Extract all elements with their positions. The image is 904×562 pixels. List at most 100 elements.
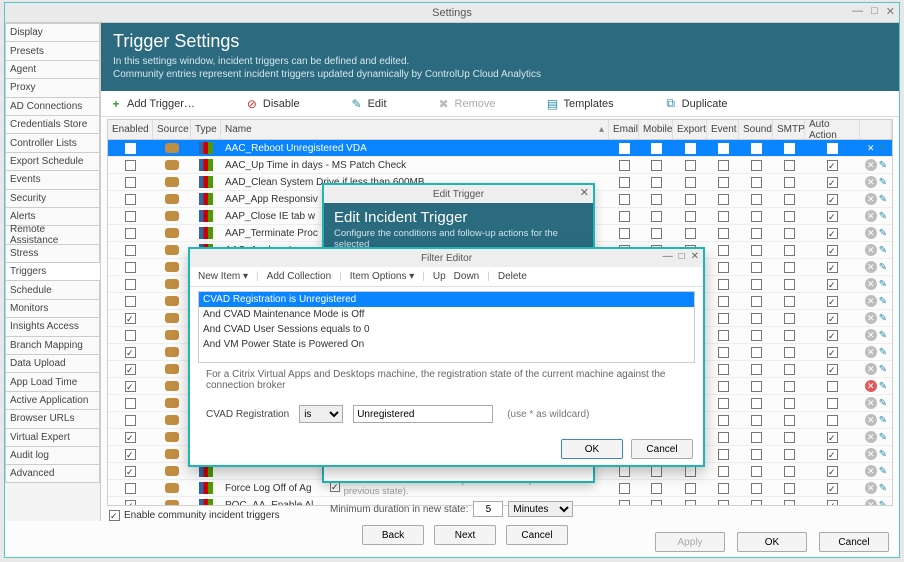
event-checkbox[interactable] [718,296,729,307]
sidebar-item-active-application[interactable]: Active Application [5,391,100,409]
mobile-checkbox[interactable] [651,483,662,494]
sound-checkbox[interactable] [751,211,762,222]
smtp-checkbox[interactable] [784,398,795,409]
col-sound[interactable]: Sound [739,120,773,139]
event-checkbox[interactable] [718,143,729,154]
auto-action-checkbox[interactable] [827,364,838,375]
event-checkbox[interactable] [718,279,729,290]
export-checkbox[interactable] [685,194,696,205]
event-checkbox[interactable] [718,364,729,375]
sound-checkbox[interactable] [751,500,762,507]
event-checkbox[interactable] [718,228,729,239]
delete-row-icon[interactable]: ✕ [865,499,877,506]
event-checkbox[interactable] [718,500,729,507]
event-checkbox[interactable] [718,381,729,392]
edit-row-icon[interactable]: ✎ [879,347,887,358]
enabled-checkbox[interactable] [125,381,136,392]
ok-button[interactable]: OK [737,532,807,552]
col-mobile[interactable]: Mobile [639,120,673,139]
edit-row-icon[interactable]: ✎ [879,194,887,205]
enabled-checkbox[interactable] [125,211,136,222]
smtp-checkbox[interactable] [784,228,795,239]
enabled-checkbox[interactable] [125,500,136,507]
minimize-icon[interactable]: — [663,251,673,262]
col-export[interactable]: Export [673,120,707,139]
sound-checkbox[interactable] [751,483,762,494]
export-checkbox[interactable] [685,466,696,477]
delete-row-icon[interactable]: ✕ [865,363,877,375]
enabled-checkbox[interactable] [125,194,136,205]
export-checkbox[interactable] [685,143,696,154]
delete-row-icon[interactable]: ✕ [865,193,877,205]
table-row[interactable]: AAC_Up Time in days - MS Patch Check✕✎ [108,157,892,174]
smtp-checkbox[interactable] [784,483,795,494]
edit-row-icon[interactable]: ✎ [879,245,887,256]
condition-list[interactable]: CVAD Registration is UnregisteredAnd CVA… [198,291,695,363]
email-checkbox[interactable] [619,483,630,494]
email-checkbox[interactable] [619,228,630,239]
smtp-checkbox[interactable] [784,432,795,443]
edit-row-icon[interactable]: ✎ [879,228,887,239]
email-checkbox[interactable] [619,143,630,154]
col-smtp[interactable]: SMTP [773,120,805,139]
email-checkbox[interactable] [619,160,630,171]
sidebar-item-controller-lists[interactable]: Controller Lists [5,133,100,151]
edit-row-icon[interactable]: ✎ [879,177,887,188]
sound-checkbox[interactable] [751,398,762,409]
sidebar-item-insights-access[interactable]: Insights Access [5,317,100,335]
edit-row-icon[interactable]: ✎ [879,279,887,290]
duplicate-button[interactable]: ⧉ Duplicate [664,97,728,111]
event-checkbox[interactable] [718,313,729,324]
min-duration-units[interactable]: Minutes [508,501,573,517]
event-checkbox[interactable] [718,177,729,188]
cancel-button[interactable]: Cancel [819,532,889,552]
item-options-menu[interactable]: Item Options ▾ [348,271,417,282]
col-email[interactable]: Email [609,120,639,139]
back-button[interactable]: Back [362,525,424,545]
delete-row-icon[interactable]: ✕ [865,244,877,256]
auto-action-checkbox[interactable] [827,313,838,324]
minimize-icon[interactable]: — [852,5,863,18]
mobile-checkbox[interactable] [651,228,662,239]
enabled-checkbox[interactable] [125,262,136,273]
auto-action-checkbox[interactable] [827,177,838,188]
enabled-checkbox[interactable] [125,279,136,290]
mobile-checkbox[interactable] [651,194,662,205]
enabled-checkbox[interactable] [125,177,136,188]
enabled-checkbox[interactable] [125,398,136,409]
mobile-checkbox[interactable] [651,143,662,154]
event-checkbox[interactable] [718,245,729,256]
auto-action-checkbox[interactable] [827,245,838,256]
col-enabled[interactable]: Enabled [108,120,153,139]
auto-action-checkbox[interactable] [827,228,838,239]
sound-checkbox[interactable] [751,194,762,205]
auto-action-checkbox[interactable] [827,347,838,358]
auto-action-checkbox[interactable] [827,211,838,222]
smtp-checkbox[interactable] [784,500,795,507]
edit-row-icon[interactable]: ✎ [879,313,887,324]
email-checkbox[interactable] [619,194,630,205]
edit-row-icon[interactable]: ✎ [879,381,887,392]
auto-action-checkbox[interactable] [827,500,838,507]
delete-row-icon[interactable]: ✕ [865,227,877,239]
sidebar-item-browser-urls[interactable]: Browser URLs [5,409,100,427]
enabled-checkbox[interactable] [125,466,136,477]
delete-row-icon[interactable]: ✕ [865,329,877,341]
smtp-checkbox[interactable] [784,211,795,222]
enabled-checkbox[interactable] [125,143,136,154]
event-checkbox[interactable] [718,432,729,443]
sidebar-item-export-schedule[interactable]: Export Schedule [5,152,100,170]
maximize-icon[interactable]: □ [679,251,685,262]
smtp-checkbox[interactable] [784,160,795,171]
sound-checkbox[interactable] [751,415,762,426]
email-checkbox[interactable] [619,500,630,507]
delete-row-icon[interactable]: ✕ [865,176,877,188]
enabled-checkbox[interactable] [125,313,136,324]
cancel-button[interactable]: Cancel [506,525,568,545]
delete-row-icon[interactable]: ✕ [865,142,877,154]
auto-action-checkbox[interactable] [827,381,838,392]
sidebar-item-proxy[interactable]: Proxy [5,78,100,96]
mobile-checkbox[interactable] [651,211,662,222]
sidebar-item-advanced[interactable]: Advanced [5,464,100,482]
smtp-checkbox[interactable] [784,347,795,358]
